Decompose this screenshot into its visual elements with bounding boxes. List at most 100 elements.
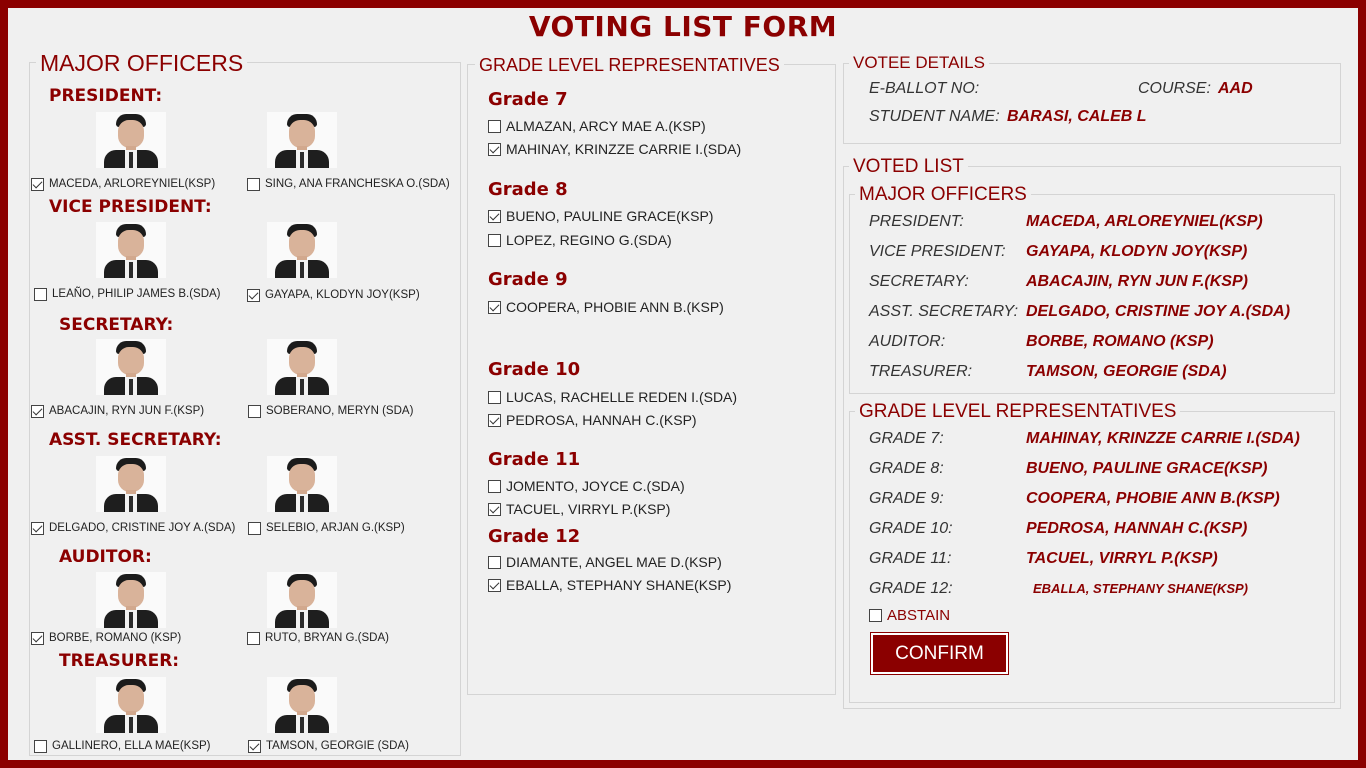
checkbox-icon[interactable] (248, 404, 261, 418)
checkbox-icon[interactable] (247, 177, 260, 191)
candidate-grade8-2[interactable]: LOPEZ, REGINO G.(SDA) (488, 231, 672, 249)
voted-value-grade8: BUENO, PAULINE GRACE(KSP) (1026, 460, 1268, 477)
candidate-asst-secretary-2[interactable]: SELEBIO, ARJAN G.(KSP) (248, 520, 405, 536)
checkbox-icon[interactable] (31, 404, 44, 418)
grade-title-8: Grade 8 (488, 179, 568, 200)
checkbox-icon[interactable] (488, 209, 501, 223)
eballot-label: E-BALLOT NO: (869, 80, 980, 97)
checkbox-icon[interactable] (248, 521, 261, 535)
voted-label-vice-president: VICE PRESIDENT: (869, 243, 1006, 260)
candidate-label: MACEDA, ARLOREYNIEL(KSP) (49, 178, 216, 190)
candidate-label: MAHINAY, KRINZZE CARRIE I.(SDA) (506, 141, 742, 157)
candidate-photo-icon (267, 222, 337, 278)
position-title-president: PRESIDENT: (49, 86, 163, 106)
voted-value-president: MACEDA, ARLOREYNIEL(KSP) (1026, 213, 1263, 230)
candidate-treasurer-1[interactable]: GALLINERO, ELLA MAE(KSP) (34, 738, 211, 754)
candidate-label: COOPERA, PHOBIE ANN B.(KSP) (506, 299, 724, 315)
grade-title-9: Grade 9 (488, 269, 568, 290)
checkbox-icon[interactable] (31, 177, 44, 191)
voted-value-grade9: COOPERA, PHOBIE ANN B.(KSP) (1026, 490, 1280, 507)
candidate-grade7-2[interactable]: MAHINAY, KRINZZE CARRIE I.(SDA) (488, 140, 741, 158)
candidate-grade9-1[interactable]: COOPERA, PHOBIE ANN B.(KSP) (488, 298, 724, 316)
voted-label-grade9: GRADE 9: (869, 490, 944, 507)
checkbox-icon[interactable] (34, 287, 47, 301)
voted-value-asst-secretary: DELGADO, CRISTINE JOY A.(SDA) (1026, 303, 1291, 320)
course-label: COURSE: (1138, 80, 1211, 97)
voted-value-grade12: EBALLA, STEPHANY SHANE(KSP) (1033, 581, 1249, 596)
candidate-grade7-1[interactable]: ALMAZAN, ARCY MAE A.(KSP) (488, 117, 706, 135)
candidate-label: SOBERANO, MERYN (SDA) (266, 405, 414, 417)
candidate-president-2[interactable]: SING, ANA FRANCHESKA O.(SDA) (247, 176, 450, 192)
candidate-label: TACUEL, VIRRYL P.(KSP) (506, 501, 671, 517)
student-name-label: STUDENT NAME: (869, 108, 1000, 125)
voted-label-secretary: SECRETARY: (869, 273, 969, 290)
voted-value-grade11: TACUEL, VIRRYL P.(KSP) (1026, 550, 1218, 567)
votee-details-legend: VOTEE DETAILS (849, 53, 989, 73)
voted-label-grade12: GRADE 12: (869, 580, 953, 597)
voted-major-legend: MAJOR OFFICERS (855, 184, 1031, 206)
checkbox-icon[interactable] (488, 479, 501, 493)
position-title-vice-president: VICE PRESIDENT: (49, 197, 212, 217)
candidate-auditor-2[interactable]: RUTO, BRYAN G.(SDA) (247, 630, 389, 646)
voted-label-president: PRESIDENT: (869, 213, 964, 230)
checkbox-icon[interactable] (31, 631, 44, 645)
checkbox-icon[interactable] (34, 739, 47, 753)
candidate-grade10-1[interactable]: LUCAS, RACHELLE REDEN I.(SDA) (488, 388, 737, 406)
checkbox-icon[interactable] (488, 233, 501, 247)
checkbox-icon[interactable] (488, 502, 501, 516)
checkbox-icon[interactable] (488, 119, 501, 133)
candidate-treasurer-2[interactable]: TAMSON, GEORGIE (SDA) (248, 738, 409, 754)
checkbox-icon[interactable] (869, 609, 882, 622)
checkbox-icon[interactable] (488, 578, 501, 592)
candidate-vice-president-1[interactable]: LEAÑO, PHILIP JAMES B.(SDA) (34, 286, 221, 302)
course-value: AAD (1218, 80, 1253, 97)
voted-value-grade7: MAHINAY, KRINZZE CARRIE I.(SDA) (1026, 430, 1300, 447)
candidate-grade8-1[interactable]: BUENO, PAULINE GRACE(KSP) (488, 207, 713, 225)
confirm-button[interactable]: CONFIRM (870, 632, 1009, 675)
grade-title-7: Grade 7 (488, 89, 568, 110)
candidate-label: SELEBIO, ARJAN G.(KSP) (266, 522, 405, 534)
position-title-secretary: SECRETARY: (59, 315, 174, 335)
candidate-photo-icon (267, 339, 337, 395)
checkbox-icon[interactable] (488, 142, 501, 156)
candidate-president-1[interactable]: MACEDA, ARLOREYNIEL(KSP) (31, 176, 215, 192)
candidate-label: ALMAZAN, ARCY MAE A.(KSP) (506, 118, 706, 134)
candidate-vice-president-2[interactable]: GAYAPA, KLODYN JOY(KSP) (247, 287, 420, 303)
checkbox-icon[interactable] (31, 521, 44, 535)
candidate-auditor-1[interactable]: BORBE, ROMANO (KSP) (31, 630, 181, 646)
checkbox-icon[interactable] (248, 739, 261, 753)
voted-grades-legend: GRADE LEVEL REPRESENTATIVES (855, 401, 1181, 423)
candidate-grade12-1[interactable]: DIAMANTE, ANGEL MAE D.(KSP) (488, 553, 722, 571)
candidate-grade12-2[interactable]: EBALLA, STEPHANY SHANE(KSP) (488, 576, 731, 594)
votee-details-group (843, 63, 1341, 144)
major-officers-legend: MAJOR OFFICERS (36, 50, 248, 77)
candidate-grade11-1[interactable]: JOMENTO, JOYCE C.(SDA) (488, 477, 685, 495)
candidate-secretary-2[interactable]: SOBERANO, MERYN (SDA) (248, 403, 413, 419)
candidate-label: ABACAJIN, RYN JUN F.(KSP) (49, 405, 205, 417)
candidate-photo-icon (267, 572, 337, 628)
candidate-asst-secretary-1[interactable]: DELGADO, CRISTINE JOY A.(SDA) (31, 520, 235, 536)
checkbox-icon[interactable] (247, 631, 260, 645)
voted-label-grade7: GRADE 7: (869, 430, 944, 447)
checkbox-icon[interactable] (247, 288, 260, 302)
candidate-photo-icon (96, 339, 166, 395)
candidate-grade10-2[interactable]: PEDROSA, HANNAH C.(KSP) (488, 411, 697, 429)
candidate-label: PEDROSA, HANNAH C.(KSP) (506, 412, 697, 428)
grade-title-10: Grade 10 (488, 359, 581, 380)
voted-label-grade10: GRADE 10: (869, 520, 953, 537)
candidate-label: LUCAS, RACHELLE REDEN I.(SDA) (506, 389, 738, 405)
voted-value-auditor: BORBE, ROMANO (KSP) (1026, 333, 1214, 350)
checkbox-icon[interactable] (488, 390, 501, 404)
student-name-value: BARASI, CALEB L (1007, 108, 1147, 125)
abstain-checkbox[interactable]: ABSTAIN (869, 607, 950, 624)
checkbox-icon[interactable] (488, 300, 501, 314)
page-title: VOTING LIST FORM (528, 10, 838, 43)
candidate-photo-icon (96, 456, 166, 512)
candidate-label: TAMSON, GEORGIE (SDA) (266, 740, 409, 752)
candidate-secretary-1[interactable]: ABACAJIN, RYN JUN F.(KSP) (31, 403, 204, 419)
checkbox-icon[interactable] (488, 555, 501, 569)
candidate-photo-icon (267, 456, 337, 512)
candidate-grade11-2[interactable]: TACUEL, VIRRYL P.(KSP) (488, 500, 670, 518)
candidate-label: SING, ANA FRANCHESKA O.(SDA) (265, 178, 450, 190)
checkbox-icon[interactable] (488, 413, 501, 427)
